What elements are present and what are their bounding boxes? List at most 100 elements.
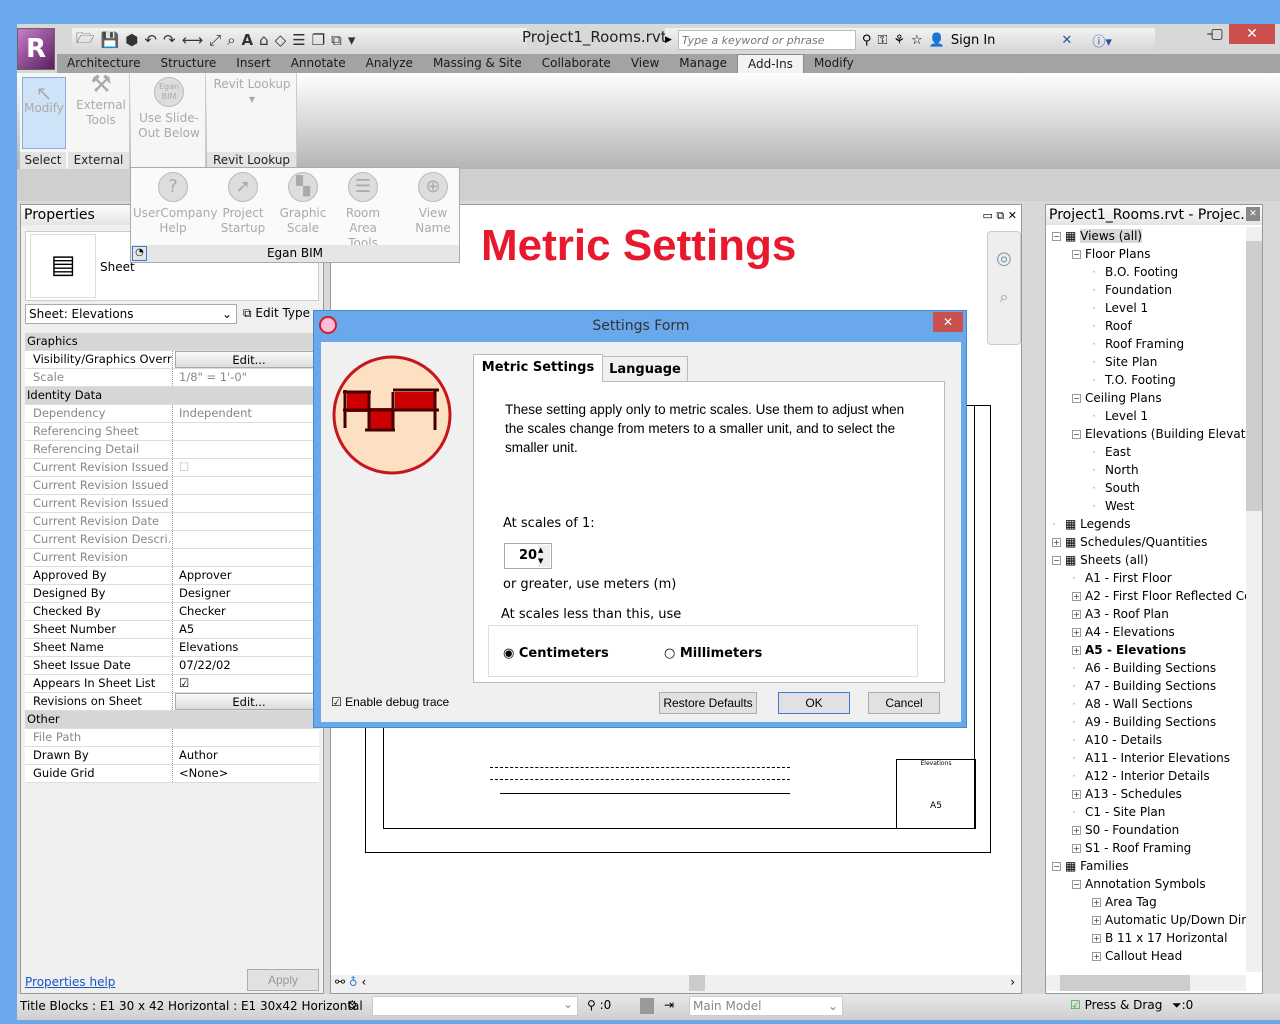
expand-icon[interactable]: + <box>1072 628 1081 637</box>
browser-item[interactable]: + Callout Head <box>1092 947 1182 965</box>
3d-view-icon[interactable]: ⌂ <box>259 31 269 49</box>
slideout-button-2[interactable]: ▚ Graphic Scale <box>273 172 333 236</box>
browser-item[interactable]: · Level 1 <box>1092 299 1148 317</box>
tab-view[interactable]: View <box>621 54 669 73</box>
undo-icon[interactable]: ↶ <box>144 31 157 49</box>
browser-item[interactable]: · B.O. Footing <box>1092 263 1178 281</box>
properties-help-link[interactable]: Properties help <box>25 975 115 989</box>
worksets-icon[interactable]: ⚙ <box>347 998 358 1012</box>
expand-icon[interactable]: ▶ <box>665 35 672 45</box>
browser-item[interactable]: · Roof Framing <box>1092 335 1184 353</box>
binoculars-icon[interactable]: ⚲ <box>862 33 872 48</box>
browser-item[interactable]: +Automatic Up/Down Direction <box>1092 911 1246 929</box>
horizontal-scrollbar[interactable] <box>1046 975 1246 991</box>
scrollbar-thumb[interactable] <box>1246 241 1262 511</box>
property-checkbox[interactable]: ☑ <box>175 675 319 692</box>
steering-wheel-icon[interactable]: ◎ <box>988 248 1020 269</box>
property-group[interactable]: Other <box>25 711 319 729</box>
switch-windows-icon[interactable]: ⧉ <box>331 31 342 49</box>
design-option-dropdown[interactable]: Main Model ⌄ <box>689 996 843 1016</box>
tab-language[interactable]: Language <box>602 356 688 382</box>
tab-manage[interactable]: Manage <box>669 54 737 73</box>
browser-item[interactable]: − Annotation Symbols <box>1072 875 1206 893</box>
tab-modify[interactable]: Modify <box>804 54 864 73</box>
sign-in-button[interactable]: Sign In <box>951 33 996 48</box>
browser-item[interactable]: · A1 - First Floor <box>1072 569 1172 587</box>
tab-massing-site[interactable]: Massing & Site <box>423 54 532 73</box>
close-button[interactable]: ✕ <box>1229 24 1275 44</box>
filter-icon[interactable]: ⏷:0 <box>1172 998 1193 1013</box>
collapse-icon[interactable]: − <box>1072 430 1081 439</box>
browser-item[interactable]: · Foundation <box>1092 281 1172 299</box>
text-icon[interactable]: A <box>242 31 254 49</box>
debug-checkbox[interactable]: ☑ Enable debug trace <box>331 695 449 709</box>
vertical-scrollbar[interactable] <box>1246 227 1262 972</box>
restore-defaults-button[interactable]: Restore Defaults <box>659 692 757 714</box>
expand-icon[interactable]: + <box>1072 826 1081 835</box>
browser-item[interactable]: · East <box>1092 443 1131 461</box>
application-menu-button[interactable]: R <box>17 28 55 70</box>
ok-button[interactable]: OK <box>778 692 850 714</box>
section-icon[interactable]: ◇ <box>275 31 287 49</box>
use-slide-out-button[interactable]: Egan BIM Use Slide-Out Below <box>135 77 203 141</box>
browser-item[interactable]: · Roof <box>1092 317 1132 335</box>
browser-item[interactable]: +A2 - First Floor Reflected Ceiling <box>1072 587 1246 605</box>
expand-icon[interactable]: + <box>1072 610 1081 619</box>
close-hidden-icon[interactable]: ❐ <box>312 31 325 49</box>
browser-item[interactable]: · Site Plan <box>1092 353 1157 371</box>
tab-analyze[interactable]: Analyze <box>356 54 423 73</box>
expand-icon[interactable]: + <box>1092 952 1101 961</box>
temp-hide-icon[interactable]: ♁ <box>349 975 358 989</box>
browser-item[interactable]: · C1 - Site Plan <box>1072 803 1165 821</box>
editable-only-icon[interactable]: ⚲ :0 <box>587 998 611 1012</box>
browser-item[interactable]: − Floor Plans <box>1072 245 1150 263</box>
browser-item[interactable]: + ▦ Schedules/Quantities <box>1052 533 1207 551</box>
view-window-controls[interactable]: ▭ ⧉ ✕ <box>983 209 1017 223</box>
star-icon[interactable]: ☆ <box>911 33 923 48</box>
redo-icon[interactable]: ↷ <box>163 31 176 49</box>
slideout-button-1[interactable]: ➚ Project Startup <box>213 172 273 236</box>
slideout-button-0[interactable]: ? UserCompany Help <box>133 172 217 236</box>
cancel-button[interactable]: Cancel <box>868 692 940 714</box>
tab-structure[interactable]: Structure <box>150 54 226 73</box>
revit-lookup-button[interactable]: Revit Lookup ▾ <box>209 77 295 107</box>
edit-type-button[interactable]: ⧉ Edit Type <box>243 304 310 322</box>
browser-item[interactable]: · A6 - Building Sections <box>1072 659 1216 677</box>
browser-item[interactable]: + S0 - Foundation <box>1072 821 1179 839</box>
instance-selector[interactable]: Sheet: Elevations ⌄ <box>25 304 237 324</box>
collapse-icon[interactable]: − <box>1072 880 1081 889</box>
property-group[interactable]: Identity Data <box>25 387 319 405</box>
browser-item[interactable]: · A10 - Details <box>1072 731 1162 749</box>
navigation-bar[interactable]: ◎ ⌕ <box>987 231 1021 345</box>
customize-icon[interactable]: ▾ <box>348 31 356 49</box>
collapse-icon[interactable]: − <box>1072 250 1081 259</box>
browser-item[interactable]: · A7 - Building Sections <box>1072 677 1216 695</box>
tab-collaborate[interactable]: Collaborate <box>532 54 621 73</box>
expand-icon[interactable]: + <box>1072 646 1081 655</box>
slideout-button-4[interactable]: ⊕ View Name <box>403 172 463 236</box>
workset-dropdown[interactable]: ⌄ <box>372 996 578 1016</box>
browser-item[interactable]: · T.O. Footing <box>1092 371 1176 389</box>
expand-icon[interactable]: + <box>1052 538 1061 547</box>
property-group[interactable]: Graphics <box>25 333 319 351</box>
design-options-icon[interactable]: ⇥ <box>664 998 674 1012</box>
exchange-icon[interactable]: ✕ <box>1061 33 1072 48</box>
browser-item[interactable]: · A12 - Interior Details <box>1072 767 1210 785</box>
browser-item[interactable]: · North <box>1092 461 1139 479</box>
exclude-options-icon[interactable] <box>640 998 654 1014</box>
collapse-icon[interactable]: − <box>1052 556 1061 565</box>
modify-button[interactable]: ↖ Modify <box>22 77 66 149</box>
sync-icon[interactable]: ⬢ <box>125 31 138 49</box>
expand-icon[interactable]: + <box>1092 916 1101 925</box>
maximize-button[interactable]: ▢ <box>1205 24 1229 44</box>
tab-metric-settings[interactable]: Metric Settings <box>473 354 603 382</box>
apply-button[interactable]: Apply <box>247 969 319 991</box>
satellite-icon[interactable]: ⚘ <box>893 33 905 48</box>
open-icon[interactable]: 🗁 <box>76 28 95 53</box>
browser-item[interactable]: −Elevations (Building Elevation) <box>1072 425 1246 443</box>
measure-icon[interactable]: ⟷ <box>182 31 204 49</box>
save-icon[interactable]: 💾 <box>101 31 120 49</box>
horizontal-scrollbar-thumb[interactable] <box>689 975 705 991</box>
expand-icon[interactable]: + <box>1092 898 1101 907</box>
browser-item[interactable]: − ▦ Families <box>1052 857 1129 875</box>
